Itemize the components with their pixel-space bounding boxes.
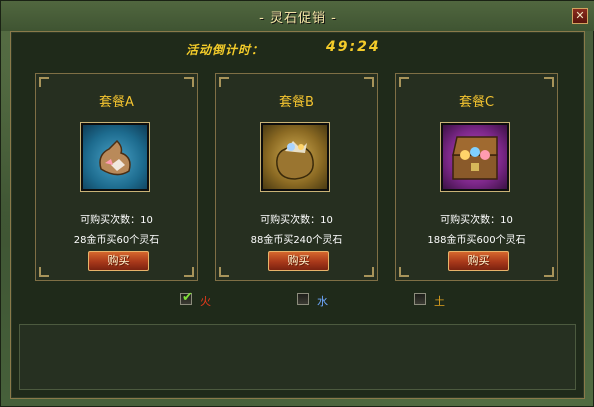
checkmark-icon: ✔ [182, 290, 193, 305]
countdown-timer: 49:24 [326, 39, 381, 55]
buy-button-a[interactable]: 购买 [88, 251, 149, 271]
window-title: - 灵石促销 - [259, 11, 337, 26]
countdown-label: 活动倒计时： [186, 43, 265, 57]
price-text: 188金币买600个灵石 [427, 235, 526, 246]
buy-count-text: 可购买次数：10 [80, 215, 153, 226]
water-checkbox[interactable] [297, 293, 309, 305]
close-button[interactable]: ✕ [572, 8, 588, 24]
title-bar[interactable]: - 灵石促销 - ✕ [1, 1, 594, 31]
buy-button-c[interactable]: 购买 [448, 251, 509, 271]
stone-bag-gold-icon[interactable] [261, 123, 329, 191]
package-card-c: 套餐C 可购买次数：10 188金币买600个灵石 购买 [395, 73, 558, 281]
earth-checkbox[interactable] [414, 293, 426, 305]
package-title: 套餐B [279, 95, 314, 110]
price-text: 28金币买60个灵石 [73, 235, 160, 246]
buy-count-text: 可购买次数：10 [260, 215, 333, 226]
fire-checkbox[interactable]: ✔ [180, 290, 193, 305]
package-card-b: 套餐B 可购买次数：10 88金币买240个灵石 购买 [215, 73, 378, 281]
treasure-chest-purple-icon[interactable] [441, 123, 509, 191]
package-card-a: 套餐A 可购买次数：10 28金币买60个灵石 购买 [35, 73, 198, 281]
earth-label: 土 [434, 295, 445, 308]
close-icon: ✕ [575, 9, 585, 22]
price-text: 88金币买240个灵石 [250, 235, 343, 246]
buy-count-text: 可购买次数：10 [440, 215, 513, 226]
buy-button-b[interactable]: 购买 [268, 251, 329, 271]
bottom-panel [19, 324, 576, 390]
package-title: 套餐A [99, 95, 134, 110]
stone-promo-window: - 灵石促销 - ✕ 活动倒计时： 49:24 套餐A 可购买次数：10 28金… [0, 0, 594, 407]
package-title: 套餐C [458, 95, 495, 110]
fire-label: 火 [200, 295, 211, 308]
water-label: 水 [317, 295, 328, 308]
stone-pouch-blue-icon[interactable] [81, 123, 149, 191]
